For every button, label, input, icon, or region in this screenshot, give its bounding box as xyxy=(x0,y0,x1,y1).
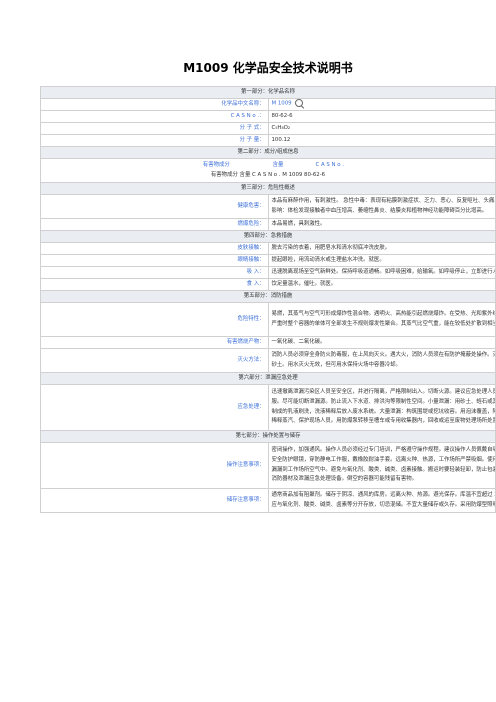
eye-contact-value: 提起眼睑，用流动清水或生理盐水冲洗。就医。 xyxy=(267,254,496,267)
ingestion-label: 食 入： xyxy=(40,278,269,291)
emergency-response-value: 迅速撤离泄漏污染区人员至安全区，并进行隔离，严格限制出入。切断火源。建议应急处理… xyxy=(267,384,496,431)
extinguishing-method-label: 灭火方法： xyxy=(40,348,269,373)
emergency-response-line: 服。尽可能切断泄漏源。防止流入下水道、排洪沟等限制性空间。小量泄漏：用砂土、蛭石… xyxy=(271,398,495,405)
sds-table: 第一部分：化学品名称 化学品中文名称： M 1009 C A S N o .： … xyxy=(40,86,496,513)
handling-precautions-label: 操作注意事项： xyxy=(40,442,269,489)
emergency-response-line: 稀释蒸汽、保护现场人员。用防爆泵转移至槽车或专用收集器内，回收或运至废物处理场所… xyxy=(271,418,496,425)
document-title: M1009 化学品安全技术说明书 xyxy=(183,61,353,75)
storage-precautions-value: 通常商品加有阻聚剂。储存于阴凉、通风的库房。远离火种、热源。避光保存。库温不宜超… xyxy=(267,488,496,513)
molecular-weight-value: 100.12 xyxy=(267,134,496,147)
composition-line: 有害物成分 含量 C A S N o . M 1009 80-62-6 xyxy=(210,171,326,178)
health-hazard-line: 本品有麻醉作用，有刺激性。 急性中毒：表现有粘膜刺激症状、乏力、恶心、反复呕吐、… xyxy=(271,197,495,204)
hazard-properties-line: 严重时整个容器的单体可全部发生不规则爆发性聚合。其蒸气比空气重，能在较低处扩散到… xyxy=(271,320,495,327)
composition-col-cas: C A S N o . xyxy=(315,161,344,168)
extinguishing-method-value: 消防人员必须穿全身防火防毒服，在上风向灭火。遇大火，消防人员须在有防护掩蔽处操作… xyxy=(267,348,496,373)
storage-precautions-line: 通常商品加有阻聚剂。储存于阴凉、通风的库房。远离火种、热源。避光保存。库温不宜超… xyxy=(271,491,495,498)
handling-precautions-line: 漏漏到工作场所空气中。避免与氧化剂、酸类、碱类、卤素接触。搬运时要轻装轻卸，防止… xyxy=(271,466,495,473)
section-1-header: 第一部分：化学品名称 xyxy=(40,86,496,99)
emergency-response-line: 迅速撤离泄漏污染区人员至安全区，并进行隔离，严格限制出入。切断火源。建议应急处理… xyxy=(271,388,495,395)
eye-contact-label: 眼睛接触： xyxy=(40,254,269,267)
inhalation-value: 迅速脱离现场至空气新鲜处。保持呼吸道通畅。如呼吸困难，给输氧。如呼吸停止，立即进… xyxy=(267,266,496,279)
handling-precautions-line: 安全防护眼镜，穿防静电工作服，戴橡胶耐油手套。远离火种、热源，工作场所严禁吸烟。… xyxy=(271,456,495,463)
section-5-header: 第五部分：消防措施 xyxy=(40,290,496,303)
molecular-weight-label: 分 子 量： xyxy=(40,134,269,147)
formula-value: C₅H₈O₂ xyxy=(267,122,496,135)
composition-col-substance: 有害物成分 xyxy=(202,161,230,168)
chinese-name-text: M 1009 xyxy=(271,100,292,107)
health-hazard-line: 影响：体检发现接触者中血压增高、萎缩性鼻炎、结膜炎和植物神经功能障碍百分比增高。 xyxy=(271,207,488,214)
skin-contact-value: 脱去污染的衣着，用肥皂水和清水彻底冲洗皮肤。 xyxy=(267,242,496,255)
chinese-name-value: M 1009 xyxy=(267,98,496,111)
storage-precautions-line: 应与氧化剂、酸类、碱类、卤素等分开存放，切忌混储。不宜大量储存或久存。采用防爆型… xyxy=(271,501,495,508)
emergency-response-label: 应急处理： xyxy=(40,384,269,431)
hazard-properties-value: 易燃，其蒸气与空气可形成爆炸性混合物。遇明火、高热能引起燃烧爆炸。在受热、光和紫… xyxy=(267,302,496,337)
extinguishing-method-line: 砂土。用水灭火无效，但可用水保持火场中容器冷却。 xyxy=(271,361,401,368)
handling-precautions-value: 密闭操作，加强通风。操作人员必须经过专门培训，严格遵守操作规程。建议操作人员佩戴… xyxy=(267,442,496,489)
combustion-products-label: 有害燃烧产物： xyxy=(40,336,269,349)
composition-cell: 有害物成分 含量 C A S N o . 有害物成分 含量 C A S N o … xyxy=(40,158,496,183)
health-hazard-label: 健康危害： xyxy=(40,194,269,219)
composition-columns: 有害物成分 含量 C A S N o . xyxy=(44,161,492,171)
document-page: M1009 化学品安全技术说明书 第一部分：化学品名称 化学品中文名称： M 1… xyxy=(40,60,496,513)
composition-col-content: 含量 xyxy=(272,161,284,168)
cas-value: 80-62-6 xyxy=(267,110,496,123)
fire-hazard-value: 本品易燃，具刺激性。 xyxy=(267,218,496,231)
section-6-header: 第六部分：泄漏应急处理 xyxy=(40,372,496,385)
section-4-header: 第四部分：急救措施 xyxy=(40,230,496,243)
ingestion-value: 饮足量温水，催吐。就医。 xyxy=(267,278,496,291)
storage-precautions-label: 储存注意事项： xyxy=(40,488,269,513)
fire-hazard-label: 燃爆危险： xyxy=(40,218,269,231)
skin-contact-label: 皮肤接触： xyxy=(40,242,269,255)
section-2-header: 第二部分：成分/组成信息 xyxy=(40,146,496,159)
cas-label: C A S N o .： xyxy=(40,110,269,123)
handling-precautions-line: 密闭操作，加强通风。操作人员必须经过专门培训，严格遵守操作规程。建议操作人员佩戴… xyxy=(271,446,495,453)
handling-precautions-line: 消防器材及泄漏应急处理设备。倒空的容器可能残留有害物。 xyxy=(271,476,418,483)
health-hazard-value: 本品有麻醉作用，有刺激性。 急性中毒：表现有粘膜刺激症状、乏力、恶心、反复呕吐、… xyxy=(267,194,496,219)
hazard-properties-line: 易燃，其蒸气与空气可形成爆炸性混合物。遇明火、高热能引起燃烧爆炸。在受热、光和紫… xyxy=(271,310,495,317)
section-3-header: 第三部分：危险性概述 xyxy=(40,182,496,195)
emergency-response-line: 制成的乳液刷洗，洗液稀释后放入废水系统。大量泄漏：构筑围堤或挖坑收容。用泡沫覆盖… xyxy=(271,408,495,415)
inhalation-label: 吸 入： xyxy=(40,266,269,279)
chinese-name-label: 化学品中文名称： xyxy=(40,98,269,111)
formula-label: 分 子 式： xyxy=(40,122,269,135)
hazard-properties-label: 危险特性： xyxy=(40,302,269,337)
section-7-header: 第七部分：操作处置与储存 xyxy=(40,430,496,443)
extinguishing-method-line: 消防人员必须穿全身防火防毒服，在上风向灭火。遇大火，消防人员须在有防护掩蔽处操作… xyxy=(271,351,495,358)
search-icon[interactable] xyxy=(294,99,303,108)
combustion-products-value: 一氧化碳、二氧化碳。 xyxy=(267,336,496,349)
